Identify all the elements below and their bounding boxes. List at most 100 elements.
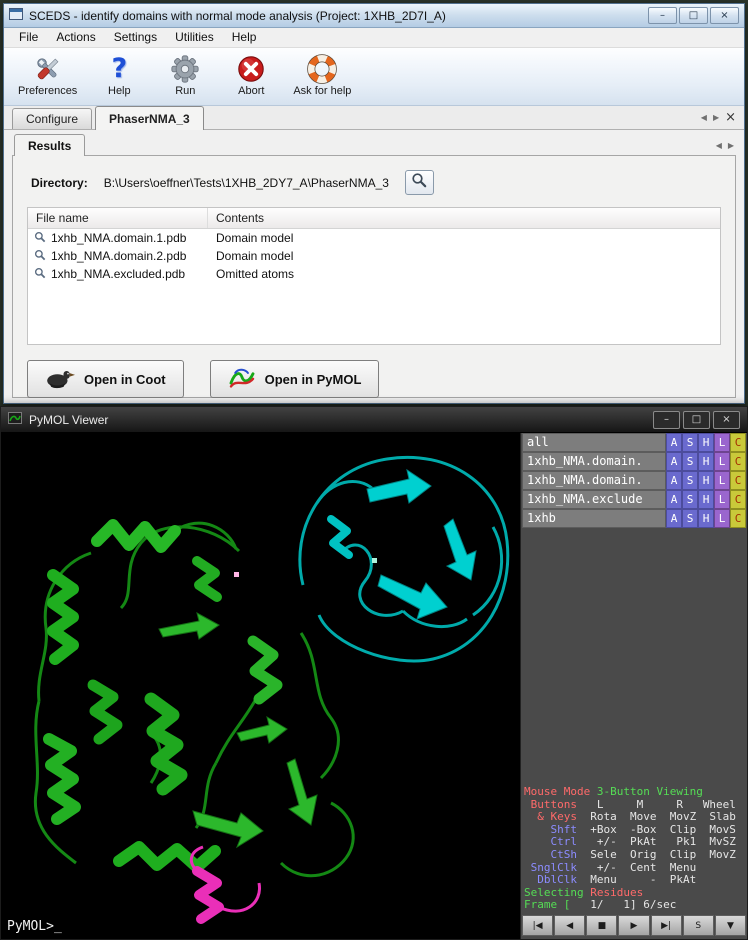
results-next-icon[interactable]: ▶ bbox=[728, 142, 734, 150]
object-color-button[interactable]: C bbox=[730, 452, 746, 471]
pymol-maximize-button[interactable]: □ bbox=[683, 411, 710, 429]
object-hide-button[interactable]: H bbox=[698, 490, 714, 509]
object-name[interactable]: 1xhb_NMA.domain. bbox=[522, 471, 666, 490]
object-action-button[interactable]: A bbox=[666, 452, 682, 471]
object-hide-button[interactable]: H bbox=[698, 433, 714, 452]
tab-phasernma-3[interactable]: PhaserNMA_3 bbox=[95, 106, 204, 130]
tab-configure[interactable]: Configure bbox=[12, 108, 92, 129]
table-row[interactable]: 1xhb_NMA.domain.2.pdb Domain model bbox=[28, 247, 720, 265]
fast-forward-icon: ▶| bbox=[661, 921, 671, 931]
sceds-window: SCEDS - identify domains with normal mod… bbox=[3, 3, 745, 404]
vcr-stop-button[interactable]: ■ bbox=[586, 915, 617, 936]
run-label: Run bbox=[175, 85, 195, 97]
window-title: SCEDS - identify domains with normal mod… bbox=[29, 9, 646, 23]
results-prev-icon[interactable]: ◀ bbox=[716, 142, 722, 150]
file-name: 1xhb_NMA.excluded.pdb bbox=[51, 267, 185, 281]
close-icon: × bbox=[720, 10, 728, 21]
minimize-icon: – bbox=[664, 414, 669, 425]
tab-prev-icon[interactable]: ◀ bbox=[701, 114, 707, 122]
open-in-coot-button[interactable]: Open in Coot bbox=[27, 360, 184, 398]
object-hide-button[interactable]: H bbox=[698, 452, 714, 471]
object-show-button[interactable]: S bbox=[682, 509, 698, 528]
object-action-button[interactable]: A bbox=[666, 509, 682, 528]
object-name[interactable]: 1xhb_NMA.domain. bbox=[522, 452, 666, 471]
app-titlebar[interactable]: SCEDS - identify domains with normal mod… bbox=[4, 4, 744, 28]
help-button[interactable]: ? Help bbox=[91, 52, 147, 98]
tab-next-icon[interactable]: ▶ bbox=[713, 114, 719, 122]
action-row: Open in Coot Open in PyMOL bbox=[27, 360, 721, 398]
menu-actions[interactable]: Actions bbox=[47, 28, 104, 47]
column-file-name: File name bbox=[28, 208, 208, 228]
object-show-button[interactable]: S bbox=[682, 452, 698, 471]
menu-utilities[interactable]: Utilities bbox=[166, 28, 223, 47]
pymol-close-button[interactable]: × bbox=[713, 411, 740, 429]
pymol-window: PyMOL Viewer – □ × bbox=[0, 406, 748, 940]
object-label-button[interactable]: L bbox=[714, 433, 730, 452]
object-list: all A S H L C 1xhb_NMA.domain. A S H L C… bbox=[522, 433, 746, 528]
vcr-forward-button[interactable]: ▶| bbox=[651, 915, 682, 936]
object-color-button[interactable]: C bbox=[730, 509, 746, 528]
tab-close-icon[interactable]: × bbox=[725, 111, 736, 124]
viewport-3d[interactable]: PyMOL>_ bbox=[1, 433, 520, 939]
minimize-button[interactable]: – bbox=[648, 7, 677, 24]
object-action-button[interactable]: A bbox=[666, 490, 682, 509]
vcr-play-button[interactable]: ▶ bbox=[618, 915, 649, 936]
maximize-button[interactable]: □ bbox=[679, 7, 708, 24]
object-row: 1xhb_NMA.domain. A S H L C bbox=[522, 471, 746, 490]
tab-results[interactable]: Results bbox=[14, 134, 85, 156]
file-contents: Omitted atoms bbox=[208, 267, 720, 281]
object-name[interactable]: all bbox=[522, 433, 666, 452]
vcr-menu-button[interactable]: ▼ bbox=[715, 915, 746, 936]
object-name[interactable]: 1xhb bbox=[522, 509, 666, 528]
object-action-button[interactable]: A bbox=[666, 433, 682, 452]
preferences-label: Preferences bbox=[18, 85, 77, 97]
object-hide-button[interactable]: H bbox=[698, 471, 714, 490]
object-label-button[interactable]: L bbox=[714, 471, 730, 490]
object-color-button[interactable]: C bbox=[730, 490, 746, 509]
tab-content: Results ◀ ▶ Directory: B:\Users\oeffner\… bbox=[4, 130, 744, 403]
table-header: File name Contents bbox=[28, 208, 720, 229]
vcr-rewind-button[interactable]: |◀ bbox=[522, 915, 553, 936]
vcr-back-button[interactable]: ◀ bbox=[554, 915, 585, 936]
command-prompt[interactable]: PyMOL>_ bbox=[7, 919, 62, 934]
file-table: File name Contents 1xhb_NMA.domain.1.pdb… bbox=[27, 207, 721, 345]
object-color-button[interactable]: C bbox=[730, 433, 746, 452]
maximize-icon: □ bbox=[692, 414, 701, 425]
object-color-button[interactable]: C bbox=[730, 471, 746, 490]
abort-button[interactable]: Abort bbox=[223, 52, 279, 98]
pymol-minimize-button[interactable]: – bbox=[653, 411, 680, 429]
object-show-button[interactable]: S bbox=[682, 433, 698, 452]
run-button[interactable]: Run bbox=[157, 52, 213, 98]
object-label-button[interactable]: L bbox=[714, 452, 730, 471]
abort-label: Abort bbox=[238, 85, 264, 97]
directory-value: B:\Users\oeffner\Tests\1XHB_2DY7_A\Phase… bbox=[104, 176, 389, 190]
object-label-button[interactable]: L bbox=[714, 490, 730, 509]
object-hide-button[interactable]: H bbox=[698, 509, 714, 528]
menu-settings[interactable]: Settings bbox=[105, 28, 166, 47]
stop-icon: ■ bbox=[598, 921, 607, 931]
file-contents: Domain model bbox=[208, 231, 720, 245]
object-row: 1xhb A S H L C bbox=[522, 509, 746, 528]
gear-icon bbox=[169, 53, 201, 85]
directory-label: Directory: bbox=[31, 176, 88, 190]
ask-for-help-button[interactable]: Ask for help bbox=[289, 52, 355, 98]
frame-counter-line: Frame [ 1/ 1] 6/sec bbox=[524, 899, 747, 912]
pymol-titlebar[interactable]: PyMOL Viewer – □ × bbox=[1, 407, 747, 433]
menu-file[interactable]: File bbox=[10, 28, 47, 47]
browse-directory-button[interactable] bbox=[405, 170, 434, 195]
object-action-button[interactable]: A bbox=[666, 471, 682, 490]
object-name[interactable]: 1xhb_NMA.exclude bbox=[522, 490, 666, 509]
object-label-button[interactable]: L bbox=[714, 509, 730, 528]
vcr-scene-button[interactable]: S bbox=[683, 915, 714, 936]
rewind-icon: |◀ bbox=[533, 921, 543, 931]
object-row: 1xhb_NMA.domain. A S H L C bbox=[522, 452, 746, 471]
open-in-pymol-button[interactable]: Open in PyMOL bbox=[210, 360, 380, 398]
ask-for-help-label: Ask for help bbox=[293, 85, 351, 97]
preferences-button[interactable]: Preferences bbox=[14, 52, 81, 98]
table-row[interactable]: 1xhb_NMA.domain.1.pdb Domain model bbox=[28, 229, 720, 247]
table-row[interactable]: 1xhb_NMA.excluded.pdb Omitted atoms bbox=[28, 265, 720, 283]
object-show-button[interactable]: S bbox=[682, 471, 698, 490]
object-show-button[interactable]: S bbox=[682, 490, 698, 509]
close-button[interactable]: × bbox=[710, 7, 739, 24]
menu-help[interactable]: Help bbox=[223, 28, 266, 47]
